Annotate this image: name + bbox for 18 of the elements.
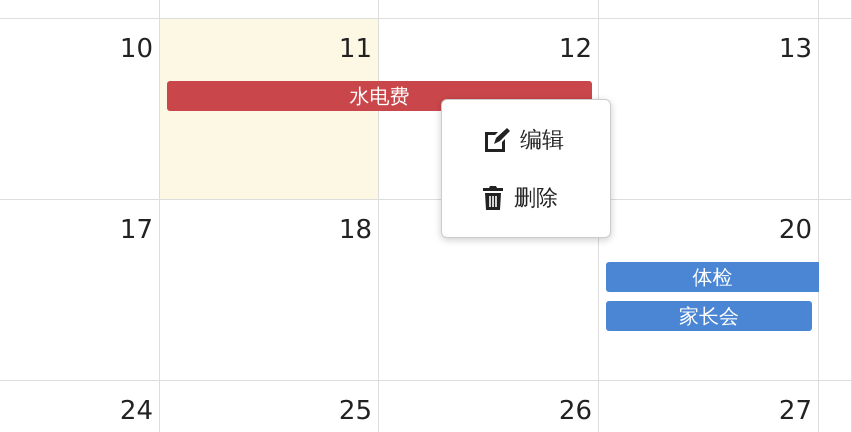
day-number: 27 xyxy=(778,395,812,427)
day-number: 12 xyxy=(558,33,592,65)
edit-icon xyxy=(482,126,510,152)
event-bar[interactable]: 体检 xyxy=(606,262,819,292)
day-cell xyxy=(819,0,852,19)
day-number: 17 xyxy=(120,214,153,246)
day-number: 26 xyxy=(558,395,592,427)
day-number: 25 xyxy=(338,395,372,427)
day-number: 13 xyxy=(778,33,812,65)
day-number: 10 xyxy=(120,33,153,65)
event-bar[interactable]: 家长会 xyxy=(606,301,812,331)
day-number: 11 xyxy=(338,33,372,65)
day-number: 24 xyxy=(120,395,153,427)
delete-menu-item[interactable]: 删除 xyxy=(514,182,558,212)
edit-menu-item[interactable]: 编辑 xyxy=(520,124,564,154)
day-number: 18 xyxy=(338,214,372,246)
day-number: 20 xyxy=(778,214,812,246)
trash-icon xyxy=(482,184,504,210)
